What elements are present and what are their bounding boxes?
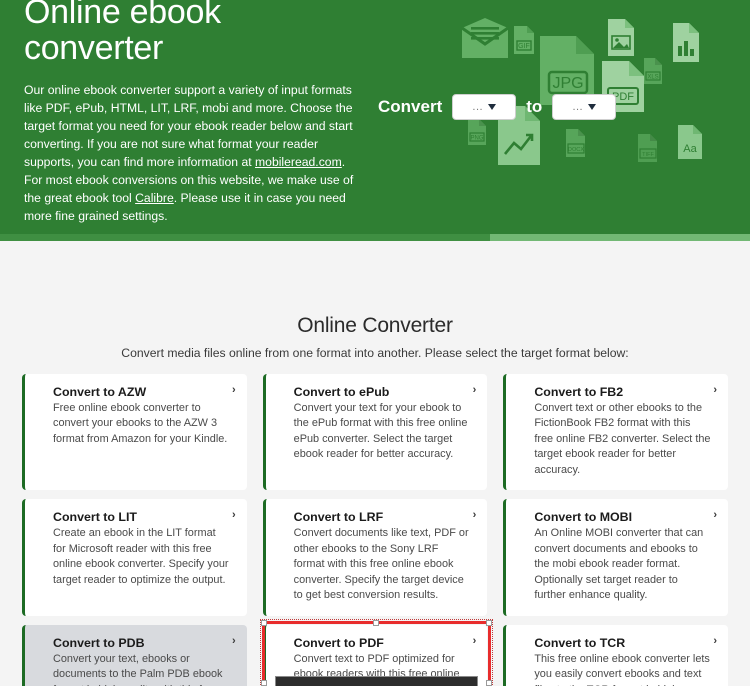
converter-card-fb2[interactable]: Convert to FB2 Convert text or other eboo… — [503, 374, 728, 491]
chevron-right-icon: › — [231, 634, 236, 647]
converter-card-mobi[interactable]: Convert to MOBI An Online MOBI converter … — [503, 499, 728, 616]
card-description: Convert documents like text, PDF or othe… — [293, 527, 469, 602]
converter-card-azw[interactable]: Convert to AZW Free online ebook converte… — [22, 374, 247, 491]
convert-label: Convert — [378, 97, 443, 116]
chevron-down-icon — [488, 104, 497, 110]
chevron-right-icon: › — [713, 509, 717, 522]
hero-description-text-2: . — [341, 154, 346, 169]
card-title: Convert to AZW — [53, 385, 147, 399]
mobileread-link[interactable]: mobileread.com — [255, 155, 342, 169]
chevron-right-icon: › — [713, 634, 717, 647]
to-label: to — [526, 97, 543, 116]
card-title: Convert to FB2 — [534, 385, 624, 399]
converter-card-tcr[interactable]: Convert to TCR This free online ebook con… — [503, 624, 728, 686]
section-subtitle: Convert media files online from one form… — [121, 346, 629, 360]
chevron-down-icon — [588, 104, 597, 110]
calibre-link[interactable]: Calibre — [135, 191, 174, 205]
card-title: Convert to LIT — [53, 510, 137, 525]
card-description: Create an ebook in the LIT format for Mi… — [53, 527, 229, 586]
card-description: Convert text or other ebooks to the Fict… — [534, 402, 711, 476]
card-description: Convert your text for your ebook to the … — [293, 402, 468, 461]
source-format-value: ... — [472, 101, 484, 113]
card-title: Convert to LRF — [293, 510, 384, 525]
chevron-right-icon: › — [472, 384, 477, 396]
convert-form: Convert ... to ... — [378, 94, 617, 120]
card-description: An Online MOBI converter that can conver… — [534, 527, 704, 602]
card-title: Convert to ePub — [293, 385, 390, 399]
resize-handle[interactable] — [486, 680, 493, 686]
card-description: Free online ebook converter to convert y… — [53, 402, 228, 445]
converter-card-pdb[interactable]: Convert to PDB Convert your text, ebooks … — [22, 624, 247, 686]
converter-card-lit[interactable]: Convert to LIT Create an ebook in the LIT… — [22, 499, 247, 616]
resize-handle[interactable] — [260, 619, 267, 626]
converter-card-lrf[interactable]: Convert to LRF Convert documents like tex… — [262, 499, 488, 616]
hero-banner: GIF JPG XLS PDF PNG DOCX TIFF Aa Online … — [0, 0, 750, 234]
source-format-select[interactable]: ... — [452, 94, 517, 120]
chevron-right-icon: › — [472, 509, 477, 522]
header-accent-bar — [0, 234, 750, 241]
hero-description: Our online ebook converter support a var… — [24, 81, 364, 225]
accent-bar-fill — [0, 234, 490, 241]
bottom-dark-bar — [275, 676, 478, 686]
resize-handle[interactable] — [486, 619, 493, 626]
converter-card-grid: Convert to AZW Free online ebook converte… — [20, 374, 730, 686]
section-title: Online Converter — [297, 314, 453, 337]
card-title: Convert to PDB — [53, 635, 145, 650]
target-format-value: ... — [572, 101, 584, 113]
accent-bar-rest — [490, 234, 750, 241]
chevron-right-icon: › — [472, 634, 477, 647]
chevron-right-icon: › — [231, 509, 236, 522]
resize-handle[interactable] — [260, 680, 267, 686]
card-description: Convert your text, ebooks or documents t… — [53, 652, 223, 686]
card-title: Convert to TCR — [534, 635, 626, 650]
main-content: Online Converter Convert media files onl… — [0, 234, 750, 686]
page-title: Online ebook converter — [24, 0, 221, 68]
target-format-select[interactable]: ... — [552, 94, 617, 120]
chevron-right-icon: › — [713, 384, 717, 396]
card-description: This free online ebook converter lets yo… — [534, 652, 710, 686]
card-title: Convert to PDF — [293, 635, 384, 650]
chevron-right-icon: › — [231, 384, 236, 396]
card-title: Convert to MOBI — [534, 510, 633, 525]
converter-card-epub[interactable]: Convert to ePub Convert your text for you… — [262, 374, 488, 491]
resize-handle[interactable] — [373, 619, 380, 626]
